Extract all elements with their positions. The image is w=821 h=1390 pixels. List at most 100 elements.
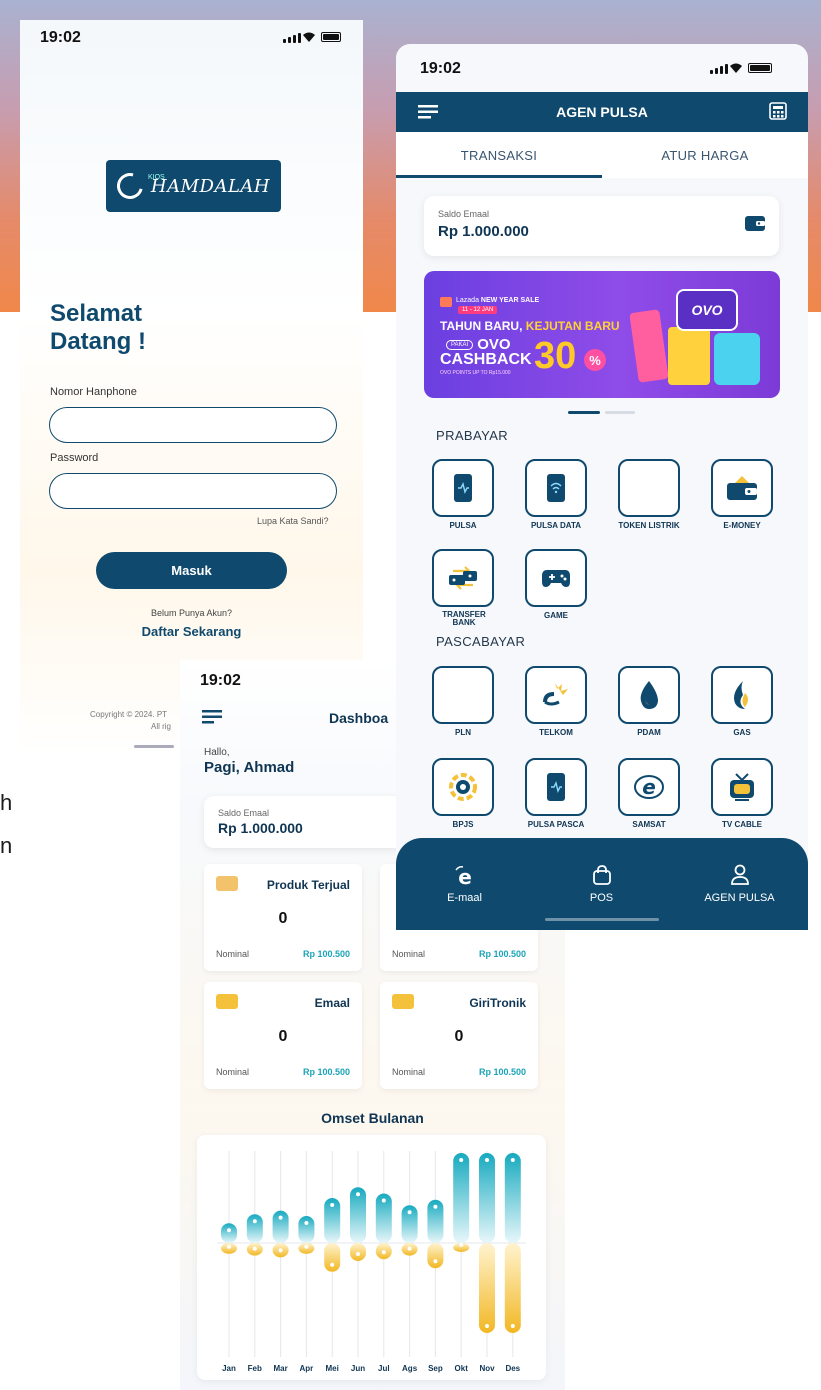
signal-icon	[710, 64, 728, 74]
pln-button[interactable]	[432, 666, 494, 724]
bar-lower	[504, 1243, 521, 1333]
menu-icon[interactable]	[202, 710, 222, 724]
bar-upper	[221, 1223, 237, 1243]
balance-value: Rp 1.000.000	[438, 223, 529, 240]
phone-input[interactable]	[49, 407, 337, 443]
bar-upper-dot	[485, 1158, 489, 1162]
banner-points: OVO POINTS UP TO Rp15.000	[440, 370, 511, 376]
carousel-dot[interactable]	[605, 411, 635, 414]
balance-card: Saldo Emaal Rp 1.000.000	[424, 196, 779, 256]
stat-title: GiriTronik	[469, 996, 526, 1010]
password-input[interactable]	[49, 473, 337, 509]
chart-title: Omset Bulanan	[321, 1110, 424, 1126]
login-button[interactable]: Masuk	[96, 552, 287, 589]
bar-upper-dot	[407, 1210, 412, 1215]
register-link[interactable]: Daftar Sekarang	[20, 624, 363, 639]
home-indicator	[545, 918, 659, 921]
carousel-dot-active[interactable]	[568, 411, 600, 414]
game-button[interactable]	[525, 549, 587, 607]
bar-upper	[246, 1214, 263, 1243]
tv-icon	[730, 773, 754, 801]
bar-upper-dot	[459, 1158, 464, 1162]
signal-icon	[283, 33, 301, 43]
banner-ovo-bag: OVO	[676, 289, 738, 331]
promo-banner[interactable]: Lazada NEW YEAR SALE 11 - 12 JAN TAHUN B…	[424, 271, 780, 398]
tick-label: Mar	[273, 1364, 287, 1373]
shopping-bag-pink	[629, 309, 669, 383]
banner-cashback: CASHBACK	[440, 351, 532, 368]
transfer-bank-button[interactable]	[432, 549, 494, 607]
stat-nominal-value: Rp 100.500	[302, 949, 350, 959]
e-money-label: E-MONEY	[723, 521, 761, 530]
welcome-line-1: Selamat	[50, 300, 143, 327]
stat-card-giritronik[interactable]: GiriTronik 0 Nominal Rp 100.500	[380, 982, 538, 1089]
stat-value: 0	[278, 910, 288, 927]
battery-icon	[748, 63, 772, 73]
wifi-icon	[730, 63, 742, 73]
bottom-nav: e E-maal POS AGEN PULSA	[396, 838, 808, 930]
pdam-button[interactable]	[618, 666, 680, 724]
bar-lower-dot	[510, 1324, 515, 1328]
pulsa-button[interactable]	[432, 459, 494, 517]
greeting-name: Pagi, Ahmad	[204, 759, 295, 776]
stat-nominal-label: Nominal	[392, 1067, 426, 1077]
tv-cable-button[interactable]	[711, 758, 773, 816]
telkom-icon	[543, 683, 568, 706]
bar-lower-dot	[356, 1252, 360, 1256]
app-logo: KIOS HAMDALAH	[106, 160, 281, 212]
nav-pos[interactable]: POS	[533, 838, 670, 930]
nav-emaal[interactable]: e E-maal	[396, 838, 533, 930]
tick-label: Apr	[300, 1364, 314, 1373]
logo-prefix: KIOS	[148, 174, 165, 181]
tab-bar: TRANSAKSI ATUR HARGA	[396, 132, 808, 178]
shopping-bag-icon	[592, 865, 611, 885]
telkom-button[interactable]	[525, 666, 587, 724]
no-account-text: Belum Punya Akun?	[150, 608, 233, 618]
stat-nominal-value: Rp 100.500	[302, 1067, 350, 1077]
wifi-icon	[303, 32, 315, 42]
tick-label: Feb	[248, 1364, 262, 1373]
bar-lower-dot	[330, 1262, 335, 1267]
forgot-password-link[interactable]: Lupa Kata Sandi?	[257, 516, 329, 526]
pulsa-data-button[interactable]	[525, 459, 587, 517]
token-listrik-label: TOKEN LISTRIK	[618, 521, 680, 530]
bpjs-button[interactable]	[432, 758, 494, 816]
side-text-1: h	[0, 790, 13, 815]
calculator-icon[interactable]	[769, 102, 787, 120]
chart-growth-icon	[216, 876, 238, 891]
shopping-bag-blue	[714, 333, 760, 385]
balance-label: Saldo Emaal	[438, 209, 490, 219]
stat-nominal-value: Rp 100.500	[478, 949, 526, 959]
pdam-label: PDAM	[637, 728, 661, 737]
stat-card-produk[interactable]: Produk Terjual 0 Nominal Rp 100.500	[204, 864, 362, 971]
tab-atur-harga[interactable]: ATUR HARGA	[602, 132, 808, 178]
bar-lower-dot	[485, 1324, 489, 1328]
tab-transaksi[interactable]: TRANSAKSI	[396, 132, 602, 178]
wallet-icon	[727, 476, 757, 500]
nav-agen-pulsa[interactable]: AGEN PULSA	[671, 838, 808, 930]
token-listrik-button[interactable]	[618, 459, 680, 517]
bar-upper	[453, 1153, 470, 1243]
cash-icon	[216, 994, 238, 1009]
wallet-icon[interactable]	[745, 214, 765, 232]
pulsa-pasca-button[interactable]	[525, 758, 587, 816]
tick-label: Jun	[351, 1364, 365, 1373]
balance-card: Saldo Emaal Rp 1.000.000	[204, 796, 404, 848]
login-screen: 19:02 KIOS HAMDALAH Selamat Datang ! Nom…	[20, 20, 363, 755]
prabayar-heading: PRABAYAR	[436, 428, 509, 443]
tick-label: Jul	[378, 1364, 390, 1373]
home-indicator	[134, 745, 174, 748]
transfer-bank-icon	[449, 566, 477, 590]
pulsa-label: PULSA	[449, 521, 477, 530]
bar-lower-dot	[407, 1246, 412, 1251]
e-money-button[interactable]	[711, 459, 773, 517]
samsat-button[interactable]: e	[618, 758, 680, 816]
bar-upper-dot	[227, 1228, 231, 1233]
shopping-bag-yellow	[668, 327, 710, 385]
gas-button[interactable]	[711, 666, 773, 724]
phone-wifi-icon	[547, 474, 565, 502]
stat-card-emaal[interactable]: Emaal 0 Nominal Rp 100.500	[204, 982, 362, 1089]
samsat-e-icon: e	[634, 775, 664, 799]
battery-icon	[321, 32, 341, 42]
bar-upper-dot	[433, 1204, 438, 1209]
